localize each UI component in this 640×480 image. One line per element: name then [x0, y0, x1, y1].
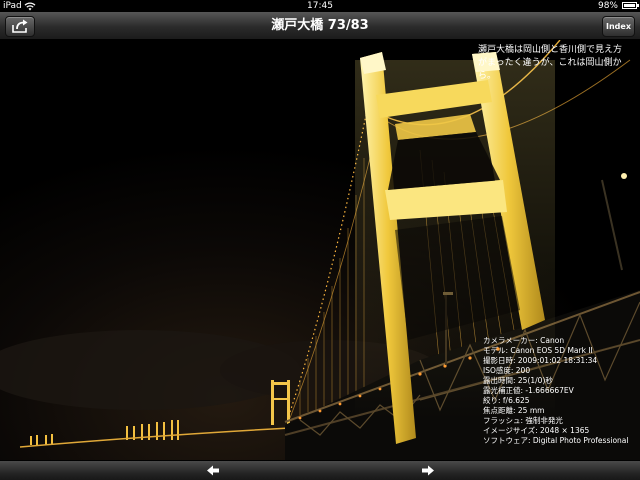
share-button[interactable] [5, 16, 35, 37]
left-arrow-icon[interactable] [206, 464, 220, 477]
exif-line: フラッシュ: 強制非発光 [483, 416, 563, 425]
exif-line: 露光補正値: -1.666667EV [483, 386, 574, 395]
bottom-toolbar [0, 460, 640, 480]
exif-line: ISO感度: 200 [483, 366, 531, 375]
index-button[interactable]: Index [602, 16, 635, 37]
page-title: 瀬戸大橋 73/83 [271, 18, 369, 33]
share-icon [12, 19, 28, 33]
exif-line: 露出時間: 25(1/0)秒 [483, 376, 553, 385]
battery-percentage: 98% [597, 1, 618, 11]
exif-line: イメージサイズ: 2048 × 1365 [483, 426, 590, 435]
ipad-screen: iPad 17:45 98% 瀬戸大橋 73/83 Index 瀬戸大橋は岡山側… [0, 0, 640, 480]
exif-line: モデル: Canon EOS 5D Mark II [483, 346, 593, 355]
right-arrow-icon[interactable] [421, 464, 435, 477]
navigation-bar: 瀬戸大橋 73/83 Index [0, 12, 640, 40]
clock: 17:45 [307, 1, 333, 11]
exif-line: 絞り: f/6.625 [483, 396, 530, 405]
exif-line: カメラメーカー: Canon [483, 336, 565, 345]
exif-line: ソフトウェア: Digital Photo Professional [483, 436, 629, 445]
exif-line: 焦点距離: 25 mm [483, 406, 545, 415]
photo-caption: 瀬戸大橋は岡山側と香川側で見え方がまったく違うが、これは岡山側から。 [478, 45, 623, 81]
status-bar: iPad 17:45 98% [0, 0, 640, 12]
battery-icon [622, 2, 639, 9]
exif-line: 撮影日時: 2009:01:02 18:31:34 [483, 356, 598, 365]
exif-info: カメラメーカー: Canon モデル: Canon EOS 5D Mark II… [483, 336, 628, 446]
